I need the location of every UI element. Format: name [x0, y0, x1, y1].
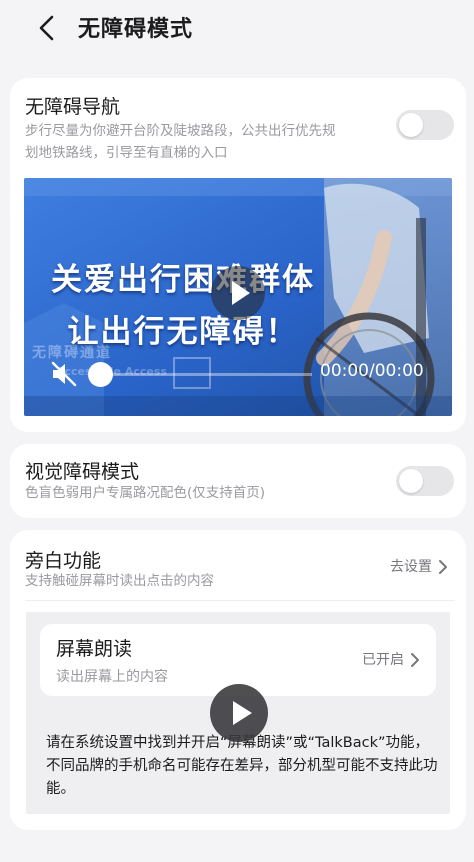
- accessible-nav-toggle[interactable]: [396, 110, 454, 140]
- divider: [25, 600, 455, 601]
- screen-reader-info: 请在系统设置中找到并开启“屏幕朗读”或“TalkBack”功能，不同品牌的手机命…: [46, 735, 438, 797]
- page-title: 无障碍模式: [78, 17, 194, 42]
- video-headline-line2: 让出行无障碍！: [67, 314, 299, 350]
- video-progress-knob[interactable]: [88, 362, 113, 387]
- play-icon: [232, 281, 250, 305]
- visual-mode-desc: 色盲色弱用户专属路况配色(仅支持首页): [25, 485, 266, 501]
- video-progress-track[interactable]: [102, 373, 312, 376]
- video-play-button[interactable]: [211, 266, 265, 320]
- toggle-knob: [399, 469, 423, 493]
- app-header: 无障碍模式: [0, 0, 474, 56]
- visual-mode-title: 视觉障碍模式: [25, 461, 140, 483]
- accessible-nav-desc-line2: 划地铁路线，引导至有直梯的入口: [25, 145, 228, 161]
- chevron-left-icon: [39, 15, 54, 41]
- visual-mode-toggle[interactable]: [396, 466, 454, 496]
- mute-button[interactable]: [50, 361, 78, 387]
- visual-mode-card: 视觉障碍模式 色盲色弱用户专属路况配色(仅支持首页): [10, 444, 466, 518]
- video-headline-line1: 关爱出行困难群体: [51, 262, 315, 298]
- narration-desc: 支持触碰屏幕时读出点击的内容: [25, 573, 214, 589]
- go-settings-label: 去设置: [390, 559, 432, 575]
- screen-reader-status: 已开启: [362, 649, 420, 669]
- chevron-right-icon: [439, 560, 447, 574]
- go-settings-link[interactable]: 去设置: [390, 556, 448, 576]
- video-time: 00:00/00:00: [320, 361, 424, 381]
- speaker-muted-icon: [51, 361, 77, 387]
- accessible-nav-card: 无障碍导航 步行尽量为你避开台阶及陡坡路段，公共出行优先规 划地铁路线，引导至有…: [10, 78, 466, 432]
- overlay-play-button[interactable]: [210, 684, 268, 742]
- chevron-right-icon: [411, 653, 419, 667]
- back-button[interactable]: [36, 14, 60, 42]
- screen-reader-status-label: 已开启: [362, 652, 404, 668]
- accessible-nav-desc-line1: 步行尽量为你避开台阶及陡坡路段，公共出行优先规: [25, 123, 336, 139]
- narration-title: 旁白功能: [25, 550, 102, 572]
- narration-card: 旁白功能 支持触碰屏幕时读出点击的内容 去设置 屏幕朗读 读出屏幕上的内容 已开…: [10, 530, 466, 830]
- screen-reader-title: 屏幕朗读: [56, 638, 133, 660]
- promo-video[interactable]: 无障碍通道 Accessible Access 关爱出行困难群体 让出行无障碍！…: [24, 178, 452, 416]
- play-icon: [233, 701, 252, 725]
- accessible-nav-title: 无障碍导航: [25, 96, 121, 118]
- screen-reader-desc: 读出屏幕上的内容: [56, 669, 168, 685]
- toggle-knob: [399, 113, 423, 137]
